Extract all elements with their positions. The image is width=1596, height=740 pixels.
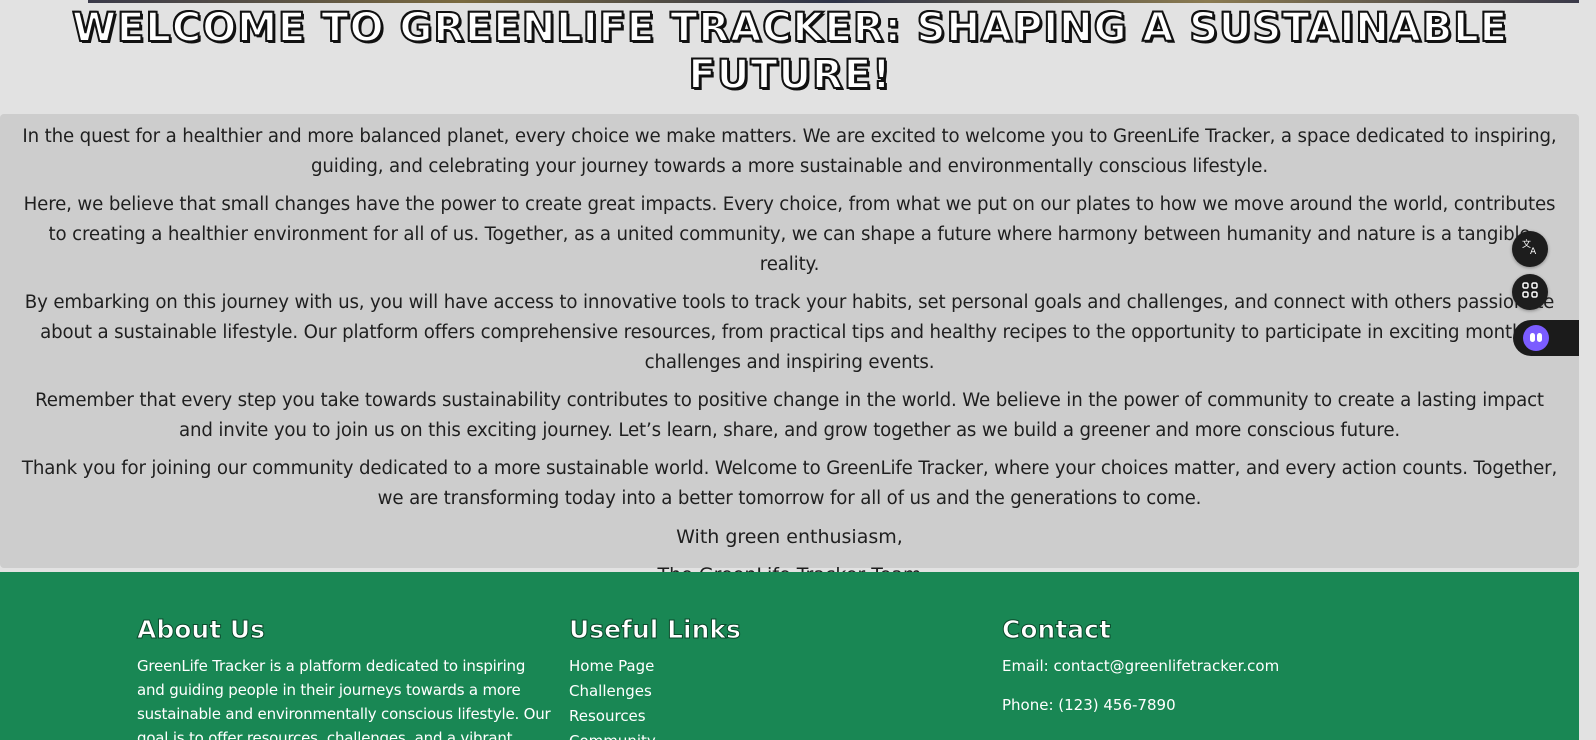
welcome-paragraph: Thank you for joining our community dedi… xyxy=(21,458,1558,509)
footer-contact-phone: Phone: (123) 456-7890 xyxy=(1002,696,1176,714)
footer-link-community[interactable]: Community xyxy=(569,732,656,740)
footer-link-item: Challenges xyxy=(569,679,741,704)
site-footer: About Us GreenLife Tracker is a platform… xyxy=(0,572,1579,740)
hero-image-edge xyxy=(88,0,1579,3)
footer-contact-email: Email: contact@greenlifetracker.com xyxy=(1002,657,1280,675)
page: WELCOME TO GREENLIFE TRACKER: SHAPING A … xyxy=(0,0,1579,740)
footer-links: Useful Links Home Page Challenges Resour… xyxy=(569,614,742,740)
translate-icon: 文 A xyxy=(1521,238,1539,260)
welcome-closing: With green enthusiasm, xyxy=(676,526,903,548)
assistant-bot-icon xyxy=(1523,325,1549,351)
welcome-paragraph: In the quest for a healthier and more ba… xyxy=(22,126,1557,177)
footer-about: About Us GreenLife Tracker is a platform… xyxy=(137,614,557,740)
footer-about-heading: About Us xyxy=(137,615,266,645)
welcome-paragraph: Remember that every step you take toward… xyxy=(35,390,1544,441)
welcome-paragraph: Here, we believe that small changes have… xyxy=(23,194,1556,275)
page-title: WELCOME TO GREENLIFE TRACKER: SHAPING A … xyxy=(71,4,1509,99)
footer-link-home[interactable]: Home Page xyxy=(569,657,654,675)
footer-link-item: Home Page xyxy=(569,654,741,679)
welcome-message: In the quest for a healthier and more ba… xyxy=(0,114,1579,586)
footer-link-item: Community xyxy=(569,729,741,740)
footer-link-resources[interactable]: Resources xyxy=(569,707,646,725)
footer-links-list: Home Page Challenges Resources Community xyxy=(569,654,741,740)
svg-text:A: A xyxy=(1530,247,1537,256)
footer-link-challenges[interactable]: Challenges xyxy=(569,682,652,700)
footer-contact-heading: Contact xyxy=(1001,615,1111,645)
footer-links-heading: Useful Links xyxy=(569,615,742,645)
apps-button[interactable] xyxy=(1512,274,1548,310)
apps-grid-icon xyxy=(1521,281,1539,303)
footer-about-text: GreenLife Tracker is a platform dedicate… xyxy=(137,657,551,740)
footer-link-item: Resources xyxy=(569,704,741,729)
translate-button[interactable]: 文 A xyxy=(1512,231,1548,267)
welcome-paragraph: By embarking on this journey with us, yo… xyxy=(24,292,1555,373)
assistant-button[interactable] xyxy=(1513,320,1579,356)
footer-contact: Contact Email: contact@greenlifetracker.… xyxy=(1001,614,1280,732)
